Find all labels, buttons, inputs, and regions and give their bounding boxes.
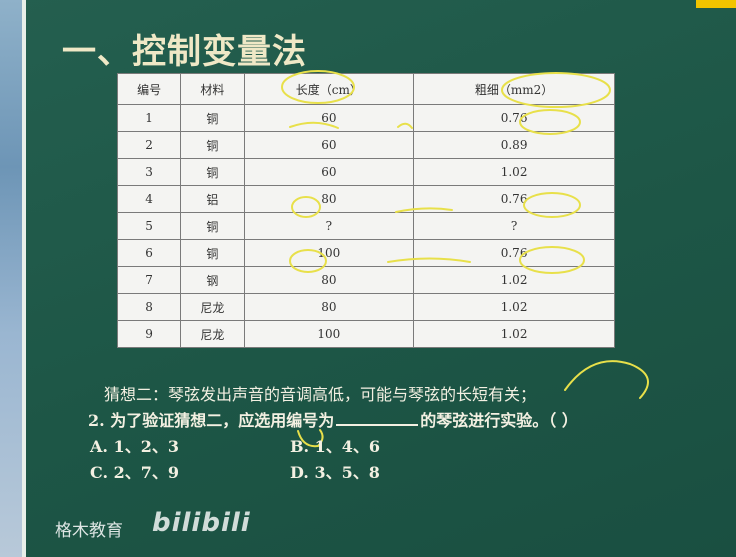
cell-length: 100 xyxy=(243,320,415,348)
prompt-after: 的琴弦进行实验。（ ） xyxy=(420,411,578,430)
cell-thickness: 1.02 xyxy=(413,293,615,321)
bilibili-logo: bilibili xyxy=(152,508,251,538)
table-row: 9 尼龙 100 1.02 xyxy=(116,320,615,348)
left-edge-border xyxy=(22,0,26,557)
cell-thickness: 0.76 xyxy=(413,239,615,267)
table-row: 6 铜 100 0.76 xyxy=(116,239,615,267)
cell-thickness: 1.02 xyxy=(413,158,615,186)
table-row: 5 铜?? xyxy=(116,212,615,240)
page-title: 一、控制变量法 xyxy=(62,32,307,72)
cell-thickness: 0.89 xyxy=(413,131,615,159)
cell-number: 2 xyxy=(116,131,182,159)
table-row: 3 铜 60 1.02 xyxy=(116,158,615,186)
cell-thickness: 1.02 xyxy=(413,266,615,294)
cell-material: 尼龙 xyxy=(180,320,245,348)
cell-number: 5 xyxy=(116,212,182,240)
table-row: 4 铝 80 0.76 xyxy=(116,185,615,213)
data-table: 编号 材料 长度（cm） 粗细（mm2） 1 铜 60 0.76 2 铜 60 0.89 3 铜 6… xyxy=(116,73,615,348)
cell-number: 4 xyxy=(116,185,182,213)
cell-thickness: 0.76 xyxy=(413,185,615,213)
answer-blank xyxy=(336,410,419,426)
table-row: 2 铜 60 0.89 xyxy=(116,131,615,159)
cell-number: 8 xyxy=(116,293,182,321)
cell-number: 6 xyxy=(116,239,182,267)
cell-material: 铜 xyxy=(180,131,245,159)
cell-length: ? xyxy=(243,212,415,240)
cell-material: 铜 xyxy=(180,239,245,267)
cell-length: 60 xyxy=(243,131,415,159)
cell-length: 80 xyxy=(243,266,415,294)
left-edge-strip xyxy=(0,0,22,557)
table-row: 7 钢 80 1.02 xyxy=(116,266,615,294)
table-header-row: 编号 材料 长度（cm） 粗细（mm2） xyxy=(116,73,615,105)
cell-material: 钢 xyxy=(180,266,245,294)
option-a: A. 1、2、3 xyxy=(90,437,179,456)
cell-thickness: 0.76 xyxy=(413,104,615,132)
cell-material: 铜 xyxy=(180,104,245,132)
cell-number: 7 xyxy=(116,266,182,294)
hypothesis-text: 猜想二：琴弦发出声音的音调高低，可能与琴弦的长短有关； xyxy=(104,385,537,404)
cell-material: 铜 xyxy=(180,158,245,186)
col-header-thickness: 粗细（mm2） xyxy=(413,73,615,105)
cell-number: 1 xyxy=(116,104,182,132)
cell-material: 尼龙 xyxy=(180,293,245,321)
col-header-number: 编号 xyxy=(116,73,182,105)
col-header-length: 长度（cm） xyxy=(243,73,415,105)
cell-number: 3 xyxy=(116,158,182,186)
cell-number: 9 xyxy=(116,320,182,348)
cell-thickness: ? xyxy=(413,212,615,240)
table-row: 8 尼龙 80 1.02 xyxy=(116,293,615,321)
question-prompt: 2. 为了验证猜想二，应选用编号为 的琴弦进行实验。（ ） xyxy=(88,407,578,431)
table-row: 1 铜 60 0.76 xyxy=(116,104,615,132)
cell-length: 80 xyxy=(243,293,415,321)
prompt-before: 2. 为了验证猜想二，应选用编号为 xyxy=(88,411,335,430)
cell-material: 铜 xyxy=(180,212,245,240)
cell-length: 80 xyxy=(243,185,415,213)
watermark-brand: 格木教育 xyxy=(55,521,123,541)
cell-length: 60 xyxy=(243,104,415,132)
option-c: C. 2、7、9 xyxy=(90,463,179,482)
col-header-material: 材料 xyxy=(180,73,245,105)
option-b: B. 1、4、6 xyxy=(290,437,381,456)
option-d: D. 3、5、8 xyxy=(290,463,380,482)
corner-badge xyxy=(696,0,736,8)
cell-length: 100 xyxy=(243,239,415,267)
cell-length: 60 xyxy=(243,158,415,186)
cell-thickness: 1.02 xyxy=(413,320,615,348)
cell-material: 铝 xyxy=(180,185,245,213)
